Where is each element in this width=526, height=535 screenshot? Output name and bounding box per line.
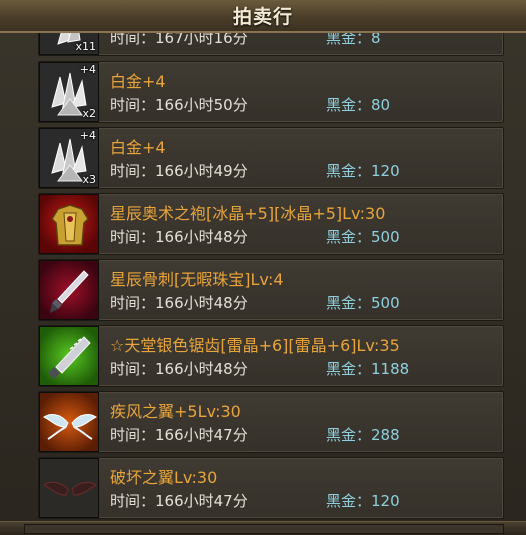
enhance-level: +4	[79, 63, 96, 76]
listing-row[interactable]: 疾风之翼+5Lv:30 时间：166小时47分 黑金：288	[38, 391, 504, 453]
price: 黑金：500	[326, 294, 400, 312]
item-name: 星辰骨刺[无暇珠宝]Lv:4	[110, 270, 284, 289]
listing-row[interactable]: ☆天堂银色锯齿[雷晶+6][雷晶+6]Lv:35 时间：166小时48分 黑金：…	[38, 325, 504, 387]
time-remaining: 时间：166小时50分	[110, 96, 248, 114]
time-remaining: 时间：166小时48分	[110, 360, 248, 378]
price: 黑金：80	[326, 96, 391, 114]
auction-window: 拍卖行 x11 时间：167小时16分 黑金：8 +4 x2 白金+4 时间：1…	[0, 0, 526, 535]
time-remaining: 时间：166小时47分	[110, 426, 248, 444]
time-remaining: 时间：167小时16分	[110, 31, 248, 47]
bottom-panel	[24, 524, 504, 534]
listing-row[interactable]: 星辰奥术之袍[冰晶+5][冰晶+5]Lv:30 时间：166小时48分 黑金：5…	[38, 193, 504, 255]
quantity-label: x3	[82, 173, 96, 186]
listing-row[interactable]: x11 时间：167小时16分 黑金：8	[38, 31, 504, 56]
quantity-label: x2	[82, 107, 96, 120]
dagger-icon	[39, 260, 99, 320]
listing-list[interactable]: x11 时间：167小时16分 黑金：8 +4 x2 白金+4 时间：166小时…	[0, 31, 526, 521]
item-name: 白金+4	[110, 138, 166, 157]
time-remaining: 时间：166小时48分	[110, 294, 248, 312]
wings-icon	[39, 392, 99, 452]
listing-row[interactable]: 破坏之翼Lv:30 时间：166小时47分 黑金：120	[38, 457, 504, 519]
platinum-ore-icon: +4 x3	[39, 128, 99, 188]
price: 黑金：8	[326, 31, 381, 47]
robe-icon	[39, 194, 99, 254]
listing-row[interactable]: 星辰骨刺[无暇珠宝]Lv:4 时间：166小时48分 黑金：500	[38, 259, 504, 321]
enhance-level: +4	[79, 129, 96, 142]
time-remaining: 时间：166小时47分	[110, 492, 248, 510]
price: 黑金：288	[326, 426, 400, 444]
quantity-label: x11	[75, 40, 96, 53]
window-title: 拍卖行	[0, 0, 526, 33]
price: 黑金：1188	[326, 360, 410, 378]
item-name: 白金+4	[110, 72, 166, 91]
item-name: ☆天堂银色锯齿[雷晶+6][雷晶+6]Lv:35	[110, 336, 400, 355]
serrated-blade-icon	[39, 326, 99, 386]
item-name: 疾风之翼+5Lv:30	[110, 402, 241, 421]
price: 黑金：120	[326, 492, 400, 510]
dark-wings-icon	[39, 458, 99, 518]
time-remaining: 时间：166小时49分	[110, 162, 248, 180]
item-name: 破坏之翼Lv:30	[110, 468, 218, 487]
listing-row[interactable]: +4 x2 白金+4 时间：166小时50分 黑金：80	[38, 61, 504, 123]
price: 黑金：500	[326, 228, 400, 246]
bottom-frame	[0, 521, 526, 535]
item-name: 星辰奥术之袍[冰晶+5][冰晶+5]Lv:30	[110, 204, 386, 223]
price: 黑金：120	[326, 162, 400, 180]
platinum-ore-icon: +4 x2	[39, 62, 99, 122]
platinum-ore-icon: x11	[39, 31, 99, 55]
listing-row[interactable]: +4 x3 白金+4 时间：166小时49分 黑金：120	[38, 127, 504, 189]
time-remaining: 时间：166小时48分	[110, 228, 248, 246]
